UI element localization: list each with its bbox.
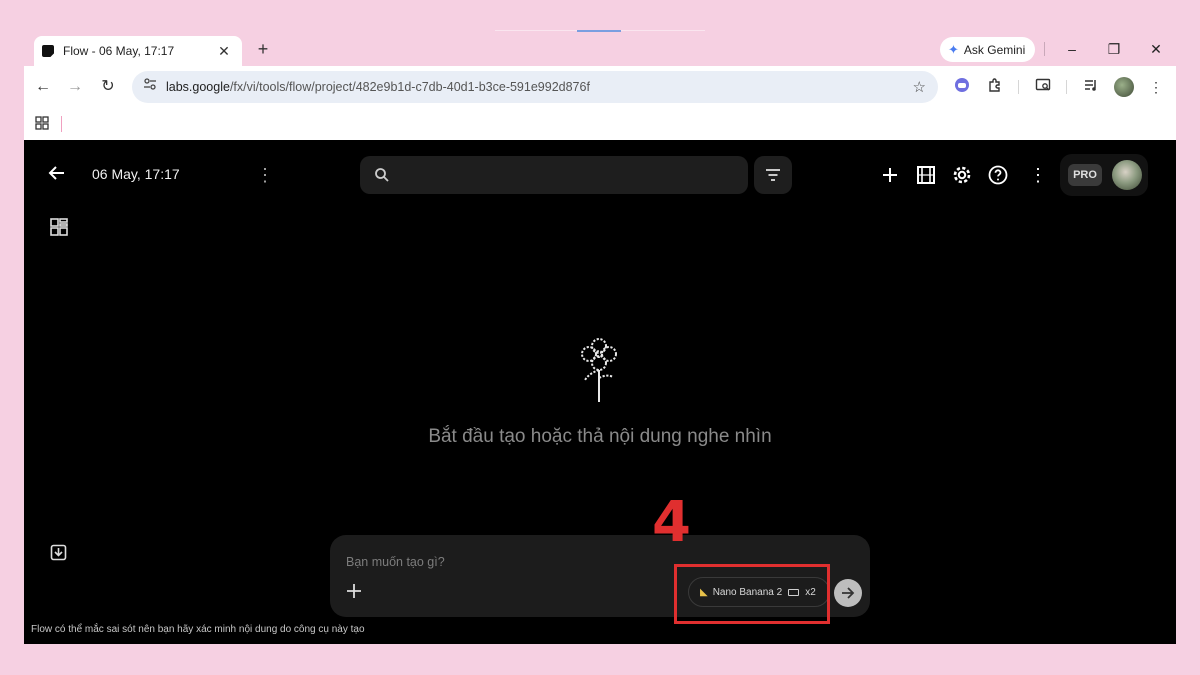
pro-badge: PRO — [1068, 164, 1102, 186]
tab-strip: Flow - 06 May, 17:17 ✕ + ✦ Ask Gemini – … — [24, 34, 1176, 66]
toolbar-divider — [1018, 80, 1019, 94]
project-menu-icon[interactable]: ⋮ — [256, 164, 274, 186]
flow-flower-logo-icon — [581, 338, 617, 402]
filter-button[interactable] — [754, 156, 792, 194]
url-path: /fx/vi/tools/flow/project/482e9b1d-c7db-… — [229, 80, 590, 94]
ask-gemini-button[interactable]: ✦ Ask Gemini — [940, 37, 1036, 62]
dashboard-grid-icon[interactable] — [50, 218, 70, 238]
reload-button[interactable]: ↻ — [97, 76, 119, 98]
prompt-input[interactable]: Bạn muốn tạo gì? — [346, 555, 445, 569]
forward-button[interactable]: → — [64, 76, 86, 98]
browser-window: Flow - 06 May, 17:17 ✕ + ✦ Ask Gemini – … — [24, 34, 1176, 644]
search-icon — [375, 168, 389, 182]
toolbar-divider — [1066, 80, 1067, 94]
more-options-icon[interactable]: ⋮ — [1029, 164, 1047, 186]
url-host: labs.google — [166, 80, 230, 94]
extension-robot-icon[interactable] — [952, 77, 972, 97]
flow-app: 06 May, 17:17 ⋮ ⋮ PRO Bắt đầu tạo hoặc t… — [24, 140, 1176, 644]
window-controls-divider — [1044, 42, 1045, 56]
attach-plus-icon[interactable] — [344, 581, 364, 601]
scenebuilder-film-icon[interactable] — [915, 164, 937, 186]
window-drag-indicator — [577, 30, 621, 32]
browser-toolbar: ← → ↻ labs.google/fx/vi/tools/flow/proje… — [24, 66, 1176, 108]
flow-favicon-icon — [42, 45, 54, 57]
account-group: PRO — [1060, 154, 1148, 196]
disclaimer-text: Flow có thể mắc sai sót nên bạn hãy xác … — [31, 624, 365, 635]
add-plus-icon[interactable] — [879, 164, 901, 186]
bookmarks-divider — [61, 116, 62, 132]
help-question-icon[interactable] — [987, 164, 1009, 186]
minimize-button[interactable]: – — [1060, 38, 1084, 60]
extensions-puzzle-icon[interactable] — [985, 77, 1005, 97]
archive-icon[interactable] — [50, 544, 68, 562]
ask-gemini-label: Ask Gemini — [963, 42, 1026, 57]
send-arrow-icon — [842, 587, 855, 599]
annotation-step-number: 4 — [652, 490, 691, 555]
filter-icon — [766, 169, 780, 181]
send-button[interactable] — [834, 579, 862, 607]
address-bar[interactable]: labs.google/fx/vi/tools/flow/project/482… — [132, 71, 938, 103]
empty-state-message: Bắt đầu tạo hoặc thả nội dung nghe nhìn — [428, 426, 772, 447]
new-tab-button[interactable]: + — [252, 38, 274, 60]
profile-avatar[interactable] — [1114, 77, 1134, 97]
tab-title: Flow - 06 May, 17:17 — [63, 44, 175, 58]
site-info-icon[interactable] — [140, 77, 160, 97]
apps-grid-icon[interactable] — [34, 116, 50, 132]
media-queue-icon[interactable] — [1081, 77, 1101, 97]
restore-button[interactable]: ❐ — [1102, 38, 1126, 60]
back-button[interactable]: ← — [32, 76, 54, 98]
url-text: labs.google/fx/vi/tools/flow/project/482… — [166, 80, 913, 94]
bookmark-star-icon[interactable]: ☆ — [913, 78, 926, 96]
user-avatar[interactable] — [1112, 160, 1142, 190]
settings-gear-icon[interactable] — [951, 164, 973, 186]
close-window-button[interactable]: ✕ — [1144, 38, 1168, 60]
back-arrow-icon[interactable] — [48, 164, 72, 186]
tab-flow[interactable]: Flow - 06 May, 17:17 ✕ — [34, 36, 242, 66]
tab-search-icon[interactable] — [1033, 77, 1053, 97]
close-tab-icon[interactable]: ✕ — [216, 43, 232, 60]
project-title: 06 May, 17:17 — [92, 166, 180, 182]
browser-menu-icon[interactable]: ⋮ — [1146, 77, 1166, 97]
annotation-highlight-box — [674, 564, 830, 624]
bookmarks-bar — [24, 108, 1176, 140]
search-input[interactable] — [360, 156, 748, 194]
gemini-sparkle-icon: ✦ — [948, 41, 959, 57]
